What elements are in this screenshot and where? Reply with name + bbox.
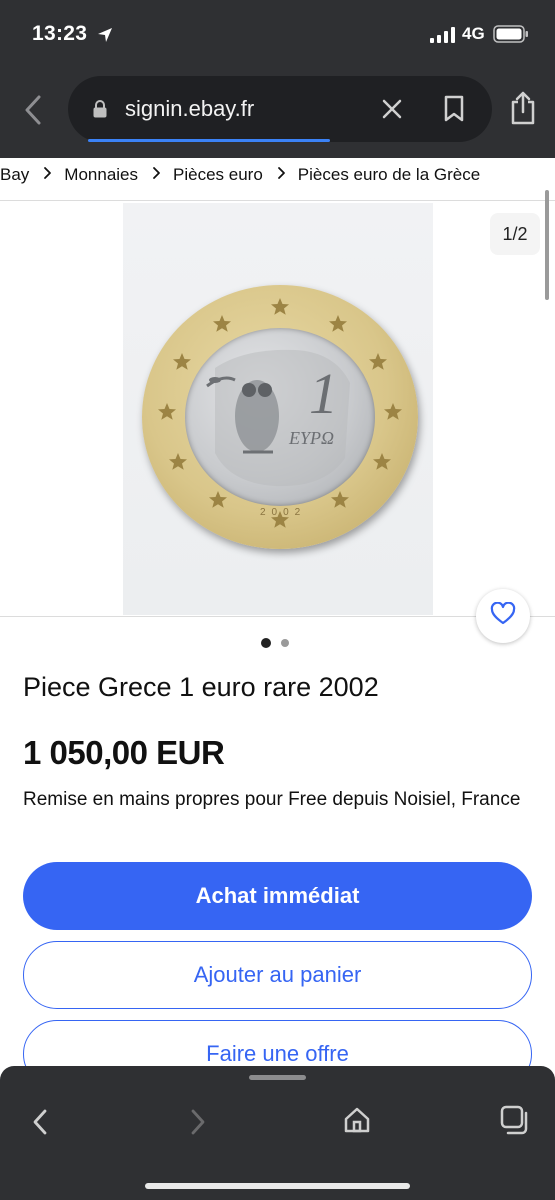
url-bar[interactable]: signin.ebay.fr (68, 76, 492, 142)
watchlist-button[interactable] (476, 589, 530, 643)
item-pickup-info: Remise en mains propres pour Free depuis… (23, 789, 521, 810)
divider (0, 200, 555, 201)
gallery-dot[interactable] (281, 639, 289, 647)
item-price: 1 050,00 EUR (23, 734, 225, 771)
close-icon[interactable] (381, 98, 403, 125)
home-indicator (145, 1183, 410, 1189)
coin-legend: ΕΥΡΩ (289, 428, 335, 448)
chevron-right-icon[interactable] (188, 1108, 208, 1141)
grab-handle[interactable] (249, 1075, 306, 1080)
battery-icon (493, 25, 529, 48)
divider (0, 616, 555, 617)
chevron-left-icon[interactable] (30, 1108, 50, 1141)
location-arrow-icon (96, 26, 114, 49)
breadcrumb-item-pieces-euro-grece[interactable]: Pièces euro de la Grèce (298, 165, 480, 185)
chevron-right-icon (277, 166, 286, 185)
coin-image: 1 ΕΥΡΩ 2002 (142, 285, 418, 549)
scrollbar[interactable] (545, 190, 549, 300)
signal-icon (430, 27, 456, 48)
buy-now-button[interactable]: Achat immédiat (23, 862, 532, 930)
chevron-right-icon (152, 166, 161, 185)
breadcrumb-item-monnaies[interactable]: Monnaies (64, 165, 138, 185)
url-text: signin.ebay.fr (125, 96, 255, 121)
breadcrumb: Bay Monnaies Pièces euro Pièces euro de … (0, 158, 555, 192)
home-icon[interactable] (343, 1106, 371, 1139)
browser-bottom-toolbar (0, 1066, 555, 1200)
chevron-right-icon (43, 166, 52, 185)
item-title: Piece Grece 1 euro rare 2002 (23, 672, 379, 702)
add-to-cart-button[interactable]: Ajouter au panier (23, 941, 532, 1009)
heart-icon (490, 601, 516, 631)
coin-year: 2002 (260, 507, 307, 518)
load-progress-bar (88, 139, 330, 142)
chevron-left-icon[interactable] (22, 94, 44, 131)
image-pager: 1/2 (490, 213, 540, 255)
product-image[interactable]: 1 ΕΥΡΩ 2002 (123, 203, 433, 615)
breadcrumb-item-pieces-euro[interactable]: Pièces euro (173, 165, 263, 185)
gallery-dots (261, 638, 289, 648)
browser-top-bar: 13:23 4G signin.ebay.fr (0, 0, 555, 158)
lock-icon (92, 99, 108, 124)
status-time: 13:23 (32, 22, 88, 45)
coin-center: 1 ΕΥΡΩ (185, 328, 375, 506)
breadcrumb-item-ebay[interactable]: Bay (0, 165, 29, 185)
tabs-icon[interactable] (499, 1104, 531, 1141)
network-type: 4G (462, 24, 485, 43)
coin-numeral: 1 (309, 361, 338, 426)
share-icon[interactable] (509, 90, 537, 131)
bookmark-icon[interactable] (443, 95, 465, 128)
gallery-dot-active[interactable] (261, 638, 271, 648)
